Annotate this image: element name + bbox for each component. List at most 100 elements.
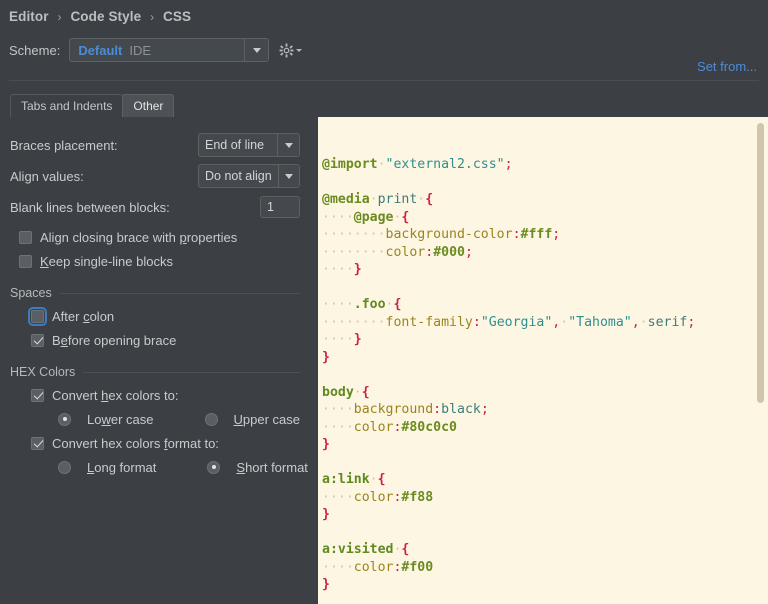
code-token: } — [353, 332, 362, 347]
tab-bar: Tabs and Indents Other — [10, 94, 175, 117]
keep-single-line-label: Keep single-line blocks — [40, 253, 173, 269]
code-token: : — [472, 314, 481, 330]
align-closing-brace-checkbox[interactable] — [19, 230, 32, 244]
code-token: : — [433, 402, 442, 417]
code-token: { — [401, 542, 410, 557]
align-closing-brace-label: Align closing brace with properties — [40, 229, 238, 245]
code-token: serif — [647, 314, 688, 330]
code-line: ····} — [322, 331, 768, 349]
scheme-name: Default — [78, 42, 123, 58]
before-opening-brace-checkbox[interactable] — [31, 333, 44, 347]
header-divider — [9, 80, 759, 81]
breadcrumb-item-code-style[interactable]: Code Style — [70, 9, 141, 24]
code-token: ···· — [322, 402, 354, 417]
code-token: · — [369, 192, 378, 207]
vertical-scrollbar[interactable] — [757, 123, 764, 403]
code-line: } — [322, 506, 768, 524]
upper-case-radio[interactable] — [204, 412, 218, 426]
group-divider — [83, 371, 300, 373]
breadcrumb-item-editor[interactable]: Editor — [9, 9, 49, 24]
align-closing-brace-row[interactable]: Align closing brace with properties — [19, 226, 300, 248]
code-token: ···· — [322, 419, 354, 435]
code-line: } — [322, 349, 768, 367]
convert-hex-format-row[interactable]: Convert hex colors format to: — [31, 432, 300, 454]
code-token: } — [322, 577, 330, 592]
scheme-settings-button[interactable] — [279, 43, 303, 58]
keep-single-line-row[interactable]: Keep single-line blocks — [19, 250, 300, 272]
code-token: ···· — [322, 332, 354, 347]
after-colon-row[interactable]: After colon — [28, 305, 300, 327]
chevron-down-icon[interactable] — [244, 39, 269, 61]
code-token: @page — [353, 209, 394, 225]
editor-gutter — [310, 117, 318, 604]
tab-other[interactable]: Other — [122, 94, 175, 117]
blank-lines-input[interactable]: 1 — [260, 196, 300, 218]
code-preview-text[interactable]: @import·"external2.css"; @media·print·{·… — [318, 117, 768, 604]
code-token: color — [353, 419, 394, 435]
before-opening-brace-row[interactable]: Before opening brace — [31, 329, 300, 351]
code-token: ···· — [322, 262, 354, 277]
scheme-row: Scheme: Default IDE — [9, 38, 303, 62]
code-token: .foo — [353, 297, 386, 312]
hex-format-radio-group: Long format Short format — [58, 456, 308, 478]
align-values-select[interactable]: Do not align — [198, 164, 300, 188]
long-format-radio[interactable] — [58, 460, 71, 474]
settings-panel: Braces placement: End of line Align valu… — [0, 117, 310, 604]
tab-tabs-and-indents[interactable]: Tabs and Indents — [10, 94, 124, 117]
code-token: { — [377, 472, 386, 487]
convert-hex-case-label: Convert hex colors to: — [52, 387, 179, 403]
code-token: background — [353, 402, 434, 417]
code-token: · — [377, 157, 386, 172]
set-from-link[interactable]: Set from... — [697, 59, 757, 74]
code-token: ; — [464, 244, 473, 260]
code-token: · — [560, 314, 569, 330]
group-divider — [59, 292, 300, 294]
code-line: body·{ — [322, 384, 768, 402]
align-values-row: Align values: Do not align — [10, 164, 300, 188]
before-opening-brace-label: Before opening brace — [52, 332, 177, 348]
code-token: #80c0c0 — [401, 419, 457, 435]
gear-icon — [279, 43, 294, 58]
code-token: ; — [552, 227, 561, 242]
code-token: ········ — [322, 244, 386, 260]
lower-case-radio[interactable] — [58, 412, 71, 426]
scheme-select[interactable]: Default IDE — [69, 38, 270, 62]
convert-hex-case-row[interactable]: Convert hex colors to: — [31, 384, 300, 406]
code-token: { — [361, 384, 370, 400]
hex-colors-group-label: HEX Colors — [10, 365, 76, 379]
chevron-down-icon[interactable] — [277, 165, 299, 187]
braces-placement-select[interactable]: End of line — [198, 133, 300, 157]
scheme-select-value: Default IDE — [70, 39, 244, 61]
chevron-down-icon[interactable] — [277, 134, 299, 156]
short-format-radio[interactable] — [207, 460, 221, 474]
blank-lines-row: Blank lines between blocks: 1 — [10, 195, 300, 219]
code-line: ····background:black; — [322, 401, 768, 419]
align-values-label: Align values: — [10, 168, 84, 184]
code-line: @import·"external2.css"; — [322, 156, 768, 174]
code-token: background-color — [385, 227, 513, 242]
code-token: · — [639, 314, 648, 330]
code-token: } — [322, 507, 330, 522]
keep-single-line-checkbox[interactable] — [19, 254, 32, 268]
code-line: a:visited·{ — [322, 541, 768, 559]
hex-case-radio-group: Lower case Upper case — [58, 408, 300, 430]
code-line: ········color:#000; — [322, 244, 768, 262]
braces-placement-label: Braces placement: — [10, 137, 118, 153]
convert-hex-format-label: Convert hex colors format to: — [52, 435, 219, 451]
convert-hex-format-checkbox[interactable] — [31, 436, 44, 450]
code-line: ········background-color:#fff; — [322, 226, 768, 244]
long-format-label: Long format — [87, 459, 157, 475]
settings-dialog: Editor › Code Style › CSS Scheme: Defaul… — [0, 0, 768, 604]
code-token: a:link — [322, 472, 370, 487]
code-token: a:visited — [322, 542, 394, 557]
code-token: ···· — [322, 297, 354, 312]
code-token: color — [353, 489, 394, 505]
code-token: font-family — [385, 314, 473, 330]
after-colon-checkbox[interactable] — [28, 306, 47, 326]
code-token: { — [425, 192, 434, 207]
convert-hex-case-checkbox[interactable] — [31, 388, 44, 402]
hex-colors-group-header: HEX Colors — [10, 365, 300, 379]
